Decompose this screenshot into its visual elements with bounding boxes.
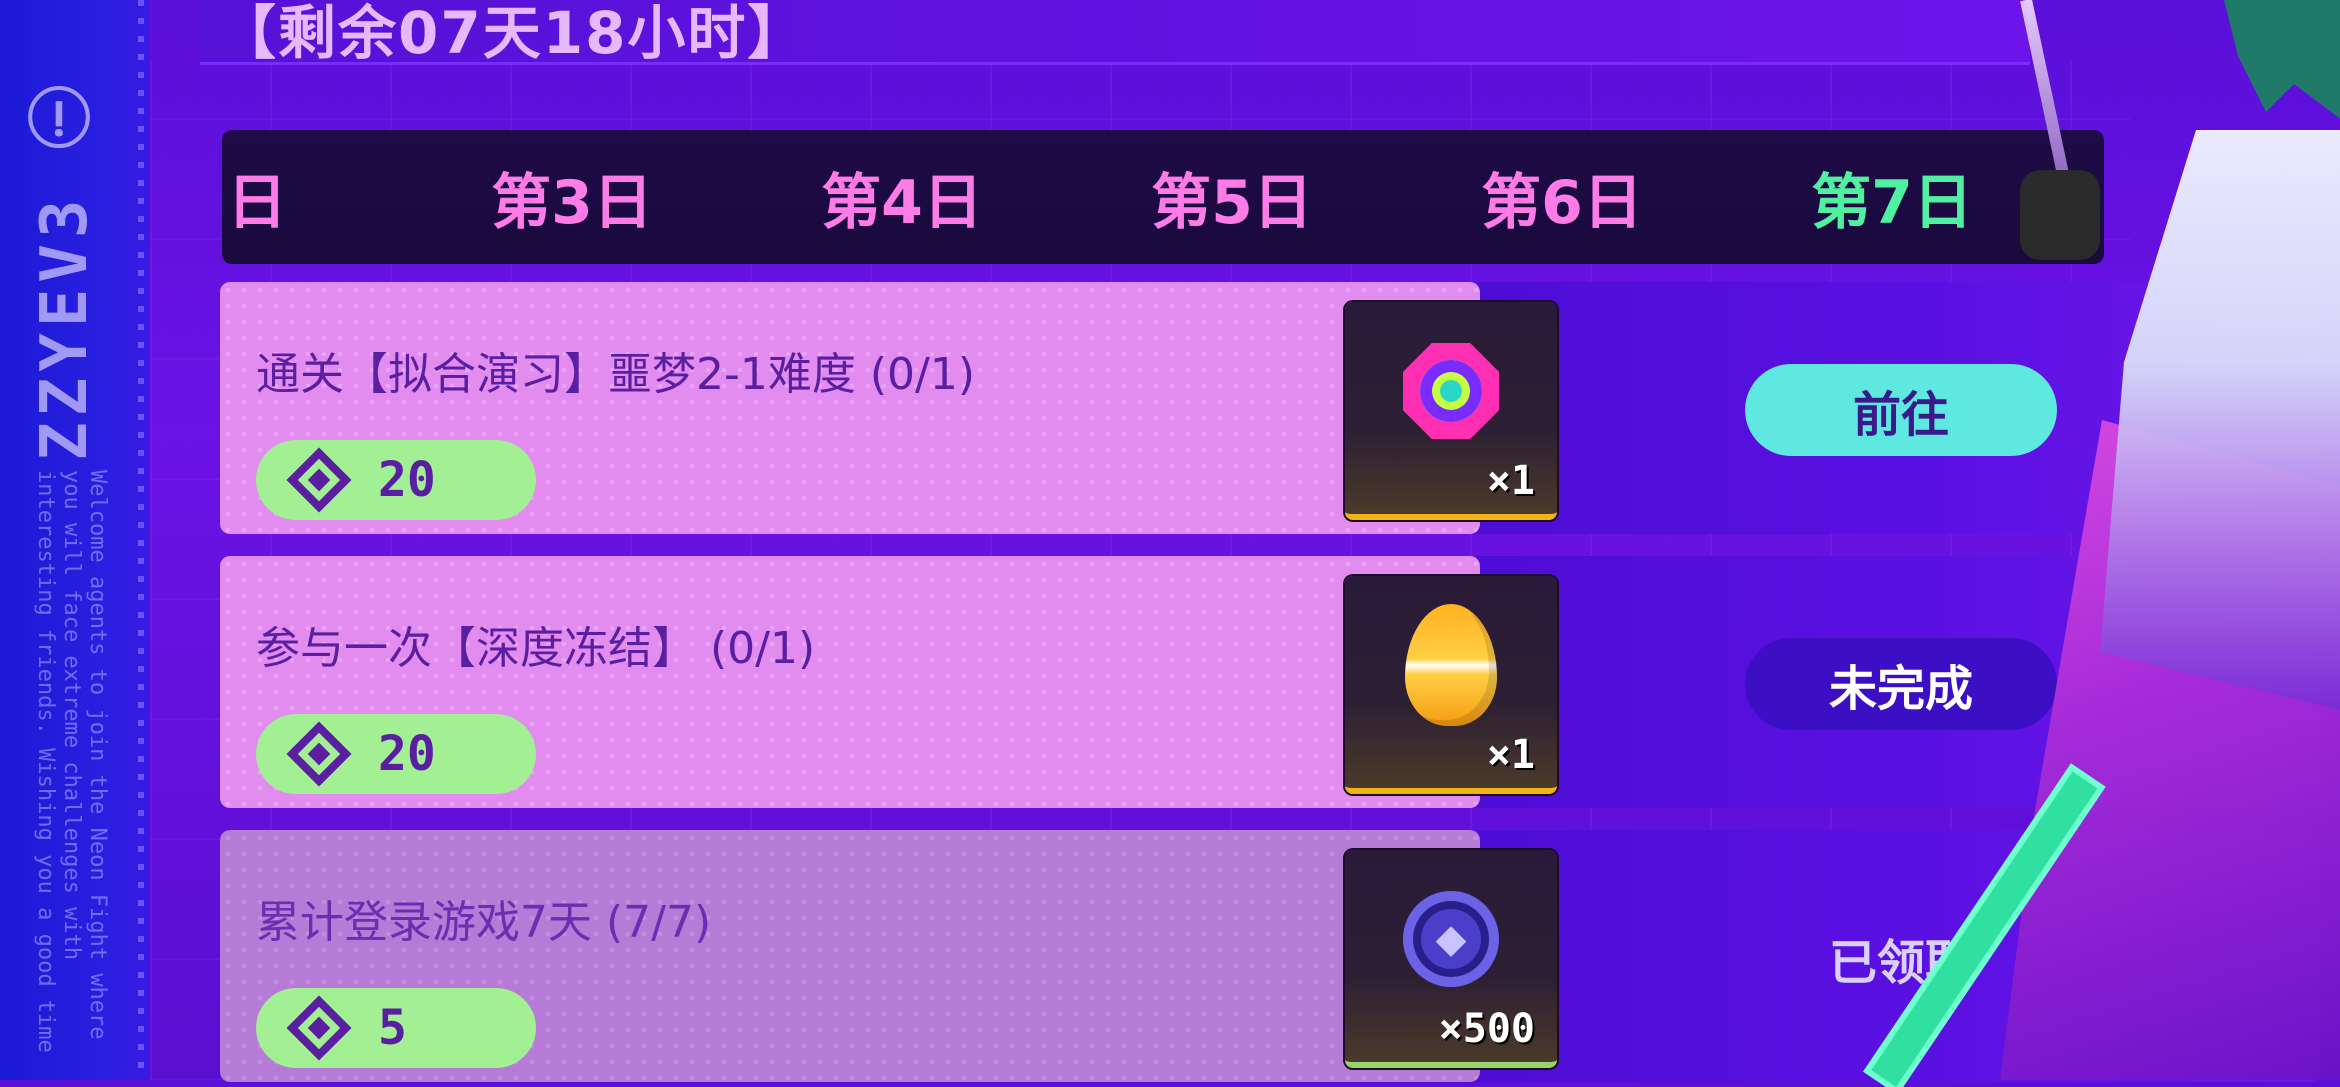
character-illustration <box>1871 0 2340 1087</box>
octagon-target-icon <box>1403 343 1499 440</box>
reward-slot[interactable]: ×500 <box>1345 850 1557 1068</box>
reward-quantity: ×1 <box>1486 458 1535 504</box>
tab-day-2[interactable]: 日 <box>222 130 302 264</box>
tab-day-3[interactable]: 第3日 <box>432 130 712 264</box>
day-tabs: 日 第3日 第4日 第5日 第6日 第7日 <box>222 130 2104 264</box>
task-description: 累计登录游戏7天 (7/7) <box>256 897 712 948</box>
diamond-points-icon <box>286 447 352 513</box>
side-decoration: ZZYEV3 ⓘ Welcome agents to join the Neon… <box>0 0 150 1080</box>
task-row: 累计登录游戏7天 (7/7) 5 ×500 已领取 <box>220 830 2320 1082</box>
tab-day-6[interactable]: 第6日 <box>1422 130 1702 264</box>
tab-day-4[interactable]: 第4日 <box>762 130 1042 264</box>
reward-quantity: ×500 <box>1438 1006 1535 1052</box>
task-description: 通关【拟合演习】噩梦2-1难度 (0/1) <box>256 349 975 400</box>
points-badge: 20 <box>256 714 536 794</box>
egg-icon <box>1405 604 1497 727</box>
dashed-divider <box>138 0 144 1080</box>
vertical-blurb: Welcome agents to join the Neon Fight wh… <box>33 470 110 1053</box>
task-row: 参与一次【深度冻结】 (0/1) 20 ×1 未完成 <box>220 556 2320 808</box>
tab-day-5[interactable]: 第5日 <box>1092 130 1372 264</box>
points-value: 20 <box>378 452 436 508</box>
reward-slot[interactable]: ×1 <box>1345 576 1557 794</box>
reward-slot[interactable]: ×1 <box>1345 302 1557 520</box>
task-card: 参与一次【深度冻结】 (0/1) 20 <box>220 556 1480 808</box>
time-remaining-banner: 【剩余07天18小时】 <box>200 0 2030 67</box>
task-description: 参与一次【深度冻结】 (0/1) <box>256 623 816 674</box>
time-remaining-text: 【剩余07天18小时】 <box>218 0 808 67</box>
points-badge: 20 <box>256 440 536 520</box>
diamond-points-icon <box>286 721 352 787</box>
coin-icon <box>1403 891 1499 988</box>
vertical-logo: ZZYEV3 ⓘ <box>28 79 102 461</box>
diamond-points-icon <box>286 995 352 1061</box>
reward-quantity: ×1 <box>1486 732 1535 778</box>
task-card: 通关【拟合演习】噩梦2-1难度 (0/1) 20 <box>220 282 1480 534</box>
tab-day-7[interactable]: 第7日 <box>1752 130 2032 264</box>
points-badge: 5 <box>256 988 536 1068</box>
task-card: 累计登录游戏7天 (7/7) 5 <box>220 830 1480 1082</box>
points-value: 20 <box>378 726 436 782</box>
task-row: 通关【拟合演习】噩梦2-1难度 (0/1) 20 ×1 前往 <box>220 282 2320 534</box>
points-value: 5 <box>378 1000 407 1056</box>
